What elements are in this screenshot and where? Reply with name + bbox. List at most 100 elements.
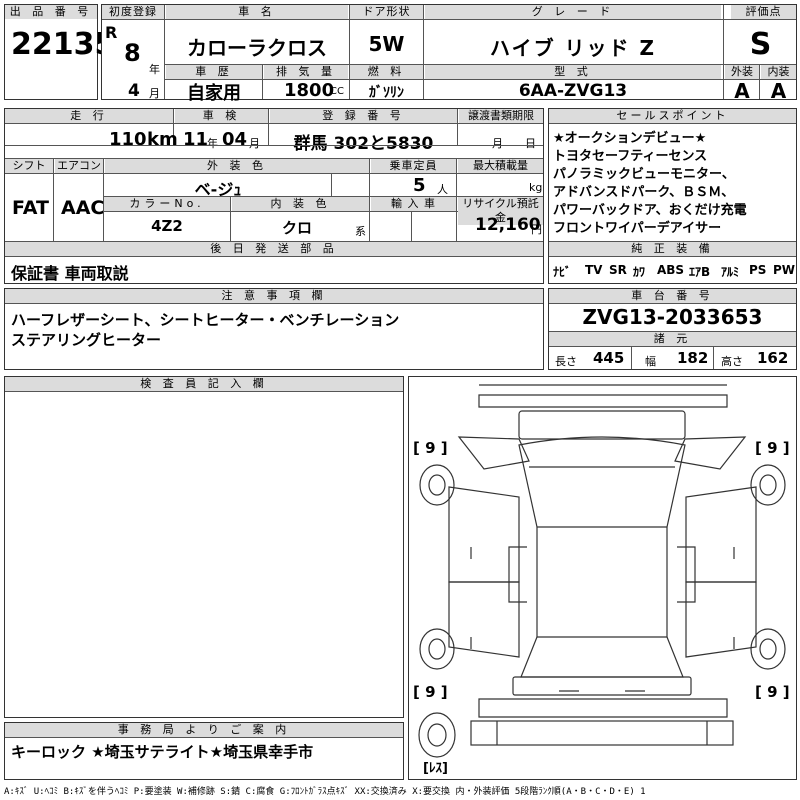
- specs-label: 諸 元: [549, 332, 796, 346]
- note-line: ハーフレザーシート、シートヒーター・ベンチレーション: [11, 311, 400, 329]
- model: 6AA-ZVG13: [518, 81, 628, 101]
- first-reg-label: 初度登録: [102, 5, 164, 19]
- equipment-item: ﾅﾋﾞ: [553, 265, 572, 279]
- interior-grade: A: [770, 79, 787, 103]
- equipment-item: TV: [585, 263, 603, 277]
- first-reg-year: 8: [124, 39, 141, 67]
- doors-label: ドア形状: [350, 5, 423, 19]
- sales-point-line: パノラミックビューモニター、: [553, 167, 735, 182]
- lot-number: 22135: [11, 27, 116, 62]
- spare-tire-label: [ﾚｽ]: [423, 761, 448, 776]
- import-label: 輸 入 車: [371, 197, 456, 211]
- lot-number-box: 出 品 番 号 22135: [4, 4, 115, 100]
- equipment-item: ｴｱB: [689, 265, 711, 279]
- sales-point-line: ★オークションデビュー★: [553, 131, 707, 146]
- mileage-unit: km: [147, 129, 178, 150]
- doors: 5W: [368, 32, 405, 56]
- color-no-label: カラーNo.: [104, 197, 230, 211]
- grade-label: グ レ ー ド: [425, 5, 721, 19]
- office-text: キーロック ★埼玉サテライト★埼玉県幸手市: [11, 743, 314, 761]
- displacement-label: 排 気 量: [264, 65, 348, 79]
- plate-label: 登 録 番 号: [270, 109, 457, 123]
- chassis-box: 車 台 番 号 ZVG13-2033653 諸 元 長さ 445 幅 182 高…: [548, 288, 797, 370]
- later-parts: 保証書 車両取説: [11, 264, 129, 283]
- history: 自家用: [187, 83, 241, 104]
- equipment-item: PS: [749, 263, 767, 277]
- max-load-unit: kg: [529, 181, 543, 194]
- score: S: [749, 27, 772, 62]
- transfer-month-unit: 月: [492, 137, 503, 150]
- color-no: 4Z2: [151, 217, 183, 235]
- month-unit: 月: [149, 87, 160, 100]
- ac: AAC: [61, 197, 105, 219]
- lot-label: 出 品 番 号: [5, 5, 97, 19]
- tire-rear-right: [ 9 ]: [755, 683, 790, 701]
- sales-point-line: パワーバックドア、おくだけ充電: [553, 203, 747, 218]
- legend-text: A:ｷｽﾞ U:ﾍｺﾐ B:ｷｽﾞを伴うﾍｺﾐ P:要塗装 W:補修跡 S:錆 …: [4, 787, 646, 797]
- transfer-label: 譲渡書類期限: [459, 109, 543, 123]
- grade: ハイブ リッド Z: [489, 36, 657, 60]
- capacity: 5: [413, 175, 426, 196]
- ac-label: エアコン: [55, 159, 103, 173]
- ext-color-label: 外 装 色: [105, 159, 369, 173]
- exterior-grade-label: 外装: [725, 65, 759, 79]
- mileage-label: 走 行: [5, 109, 173, 123]
- fuel: ｶﾞｿﾘﾝ: [369, 85, 404, 101]
- first-reg-month: 4: [128, 81, 140, 101]
- tire-front-right: [ 9 ]: [755, 439, 790, 457]
- tire-front-left: [ 9 ]: [413, 439, 448, 457]
- fuel-label: 燃 料: [350, 65, 423, 79]
- sales-points-box: セールスポイント ★オークションデビュー★ トヨタセーフティーセンス パノラミッ…: [548, 108, 797, 284]
- sales-points-label: セールスポイント: [549, 109, 796, 123]
- height: 162: [757, 349, 789, 367]
- car-name-label: 車 名: [166, 5, 348, 19]
- equipment-item: ABS: [657, 263, 685, 277]
- note-line: ステアリングヒーター: [11, 331, 162, 349]
- inspection-month-unit: 月: [249, 137, 260, 150]
- capacity-unit: 人: [437, 183, 448, 196]
- displacement-unit: CC: [330, 86, 344, 97]
- int-color-unit: 系: [355, 225, 366, 238]
- inspection-label: 車 検: [175, 109, 268, 123]
- office-label: 事 務 局 よ り ご 案 内: [5, 723, 403, 737]
- equipment-item: SR: [609, 263, 627, 277]
- height-label: 高さ: [721, 355, 743, 368]
- era: R: [105, 23, 118, 42]
- int-color: クロ: [281, 219, 312, 237]
- inspector-label: 検 査 員 記 入 欄: [5, 377, 403, 391]
- inspection-year: 11: [183, 129, 209, 150]
- car-diagram: [418, 384, 786, 758]
- vehicle-header-box: 初度登録 車 名 ドア形状 グ レ ー ド 評価点 R 8 年 カローラクロス …: [101, 4, 797, 104]
- tire-rear-left: [ 9 ]: [413, 683, 448, 701]
- plate: 群馬 302と5830: [293, 134, 434, 154]
- interior-grade-label: 内装: [761, 65, 796, 79]
- car-diagram-box: [ 9 ] [ 9 ] [ 9 ] [ 9 ] [ﾚｽ]: [408, 376, 797, 780]
- model-label: 型 式: [425, 65, 721, 79]
- equipment-item: ｶﾜ: [633, 265, 646, 279]
- shift: FAT: [12, 197, 49, 219]
- exterior-grade: A: [734, 79, 750, 103]
- office-box: 事 務 局 よ り ご 案 内 キーロック ★埼玉サテライト★埼玉県幸手市: [4, 722, 404, 780]
- int-color-label: 内 装 色: [232, 197, 369, 211]
- length-label: 長さ: [555, 355, 577, 368]
- displacement: 1800: [284, 80, 335, 101]
- inspection-month: 04: [222, 129, 248, 150]
- equipment-item: ｱﾙﾐ: [721, 265, 740, 279]
- recycle-unit: 円: [531, 223, 542, 236]
- details-box: 走 行 車 検 登 録 番 号 譲渡書類期限 110 km 11 年 04 月 …: [4, 108, 544, 284]
- mileage: 110: [109, 129, 147, 150]
- equipment-label: 純 正 装 備: [549, 242, 796, 256]
- later-parts-label: 後 日 発 送 部 品: [5, 242, 543, 256]
- sales-point-line: アドバンスドパーク、ＢＳＭ、: [553, 185, 735, 200]
- equipment-item: PW: [773, 263, 796, 277]
- inspector-box: 検 査 員 記 入 欄: [4, 376, 404, 718]
- transfer-day-unit: 日: [525, 137, 536, 150]
- year-unit: 年: [149, 63, 160, 76]
- sales-point-line: フロントワイパーデアイサー: [553, 221, 722, 236]
- notes-label: 注 意 事 項 欄: [5, 289, 543, 303]
- width-label: 幅: [645, 355, 656, 368]
- capacity-label: 乗車定員: [371, 159, 456, 173]
- history-label: 車 歴: [166, 65, 262, 79]
- car-name: カローラクロス: [187, 36, 327, 60]
- chassis-number: ZVG13-2033653: [582, 305, 763, 329]
